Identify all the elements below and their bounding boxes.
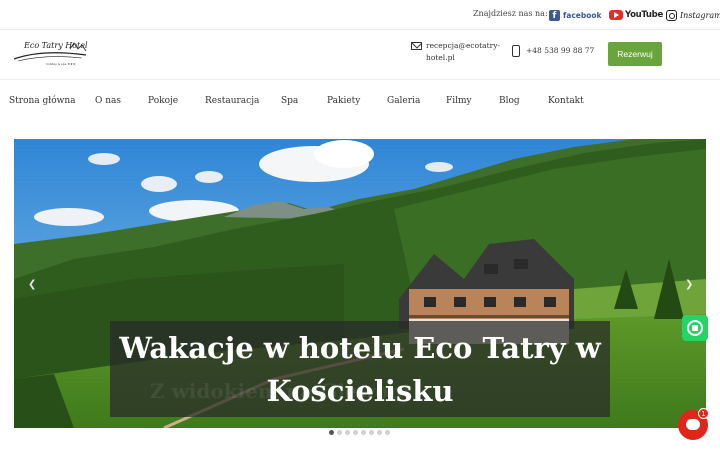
nav-item-films[interactable]: Filmy: [446, 96, 472, 106]
nav-item-packages[interactable]: Pakiety: [327, 96, 360, 106]
youtube-icon: [609, 10, 623, 20]
nav-item-contact[interactable]: Kontakt: [548, 96, 584, 106]
main-navigation: Strona główna O nas Pokoje Restauracja S…: [0, 80, 720, 122]
youtube-label: YouTube: [625, 10, 663, 20]
chat-notification-badge: 1: [698, 408, 709, 419]
facebook-link[interactable]: f facebook: [549, 8, 602, 22]
hero-slider[interactable]: ❮ ❯ Z widokiem na Giewont Wakacje w hote…: [14, 139, 706, 428]
instagram-link[interactable]: Instagram: [666, 8, 720, 22]
nav-item-rooms[interactable]: Pokoje: [148, 96, 178, 106]
envelope-icon: [411, 42, 422, 50]
slider-dot[interactable]: [377, 430, 382, 435]
book-button[interactable]: Rezerwuj: [608, 42, 662, 66]
phone-contact[interactable]: +48 538 99 88 77: [512, 45, 594, 57]
slider-dots: [329, 430, 390, 435]
logo-subtitle: holiday & spa ★★★: [46, 62, 76, 66]
logo-name: Eco Tatry Hotel: [24, 41, 88, 50]
slider-dot[interactable]: [361, 430, 366, 435]
phone-icon: [512, 45, 520, 57]
slider-dot[interactable]: [369, 430, 374, 435]
slider-next-arrow[interactable]: ❯: [685, 279, 693, 290]
instagram-icon: [666, 9, 677, 21]
slider-dot[interactable]: [345, 430, 350, 435]
whatsapp-phone-glyph: [692, 325, 698, 331]
slider-dot[interactable]: [385, 430, 390, 435]
find-us-label: Znajdziesz nas na:: [473, 9, 548, 18]
nav-item-home[interactable]: Strona główna: [9, 96, 76, 106]
whatsapp-button[interactable]: [682, 315, 708, 341]
hero-title: Wakacje w hotelu Eco Tatry w Kościelisku: [119, 331, 601, 408]
email-contact[interactable]: recepcja@ecotatry-hotel.pl: [411, 40, 500, 64]
top-social-bar: Znajdziesz nas na: f facebook YouTube In…: [0, 0, 720, 30]
nav-item-restaurant[interactable]: Restauracja: [205, 96, 259, 106]
nav-item-spa[interactable]: Spa: [281, 96, 298, 106]
site-header: Eco Tatry Hotel holiday & spa ★★★ recepc…: [0, 30, 720, 80]
youtube-link[interactable]: YouTube: [609, 8, 663, 22]
facebook-icon: f: [549, 9, 560, 21]
phone-number: +48 538 99 88 77: [526, 46, 595, 55]
nav-item-about[interactable]: O nas: [95, 96, 121, 106]
slider-dot[interactable]: [329, 430, 334, 435]
hotel-logo[interactable]: Eco Tatry Hotel holiday & spa ★★★: [12, 39, 92, 71]
slider-dot[interactable]: [353, 430, 358, 435]
instagram-label: Instagram: [680, 10, 720, 20]
slider-prev-arrow[interactable]: ❮: [28, 279, 36, 290]
hero-caption: Z widokiem na Giewont Wakacje w hotelu E…: [110, 321, 610, 417]
nav-item-blog[interactable]: Blog: [499, 96, 520, 106]
chat-icon: [686, 419, 700, 430]
facebook-label: facebook: [563, 10, 602, 20]
nav-item-gallery[interactable]: Galeria: [387, 96, 420, 106]
email-address: recepcja@ecotatry-hotel.pl: [426, 41, 500, 62]
slider-dot[interactable]: [337, 430, 342, 435]
